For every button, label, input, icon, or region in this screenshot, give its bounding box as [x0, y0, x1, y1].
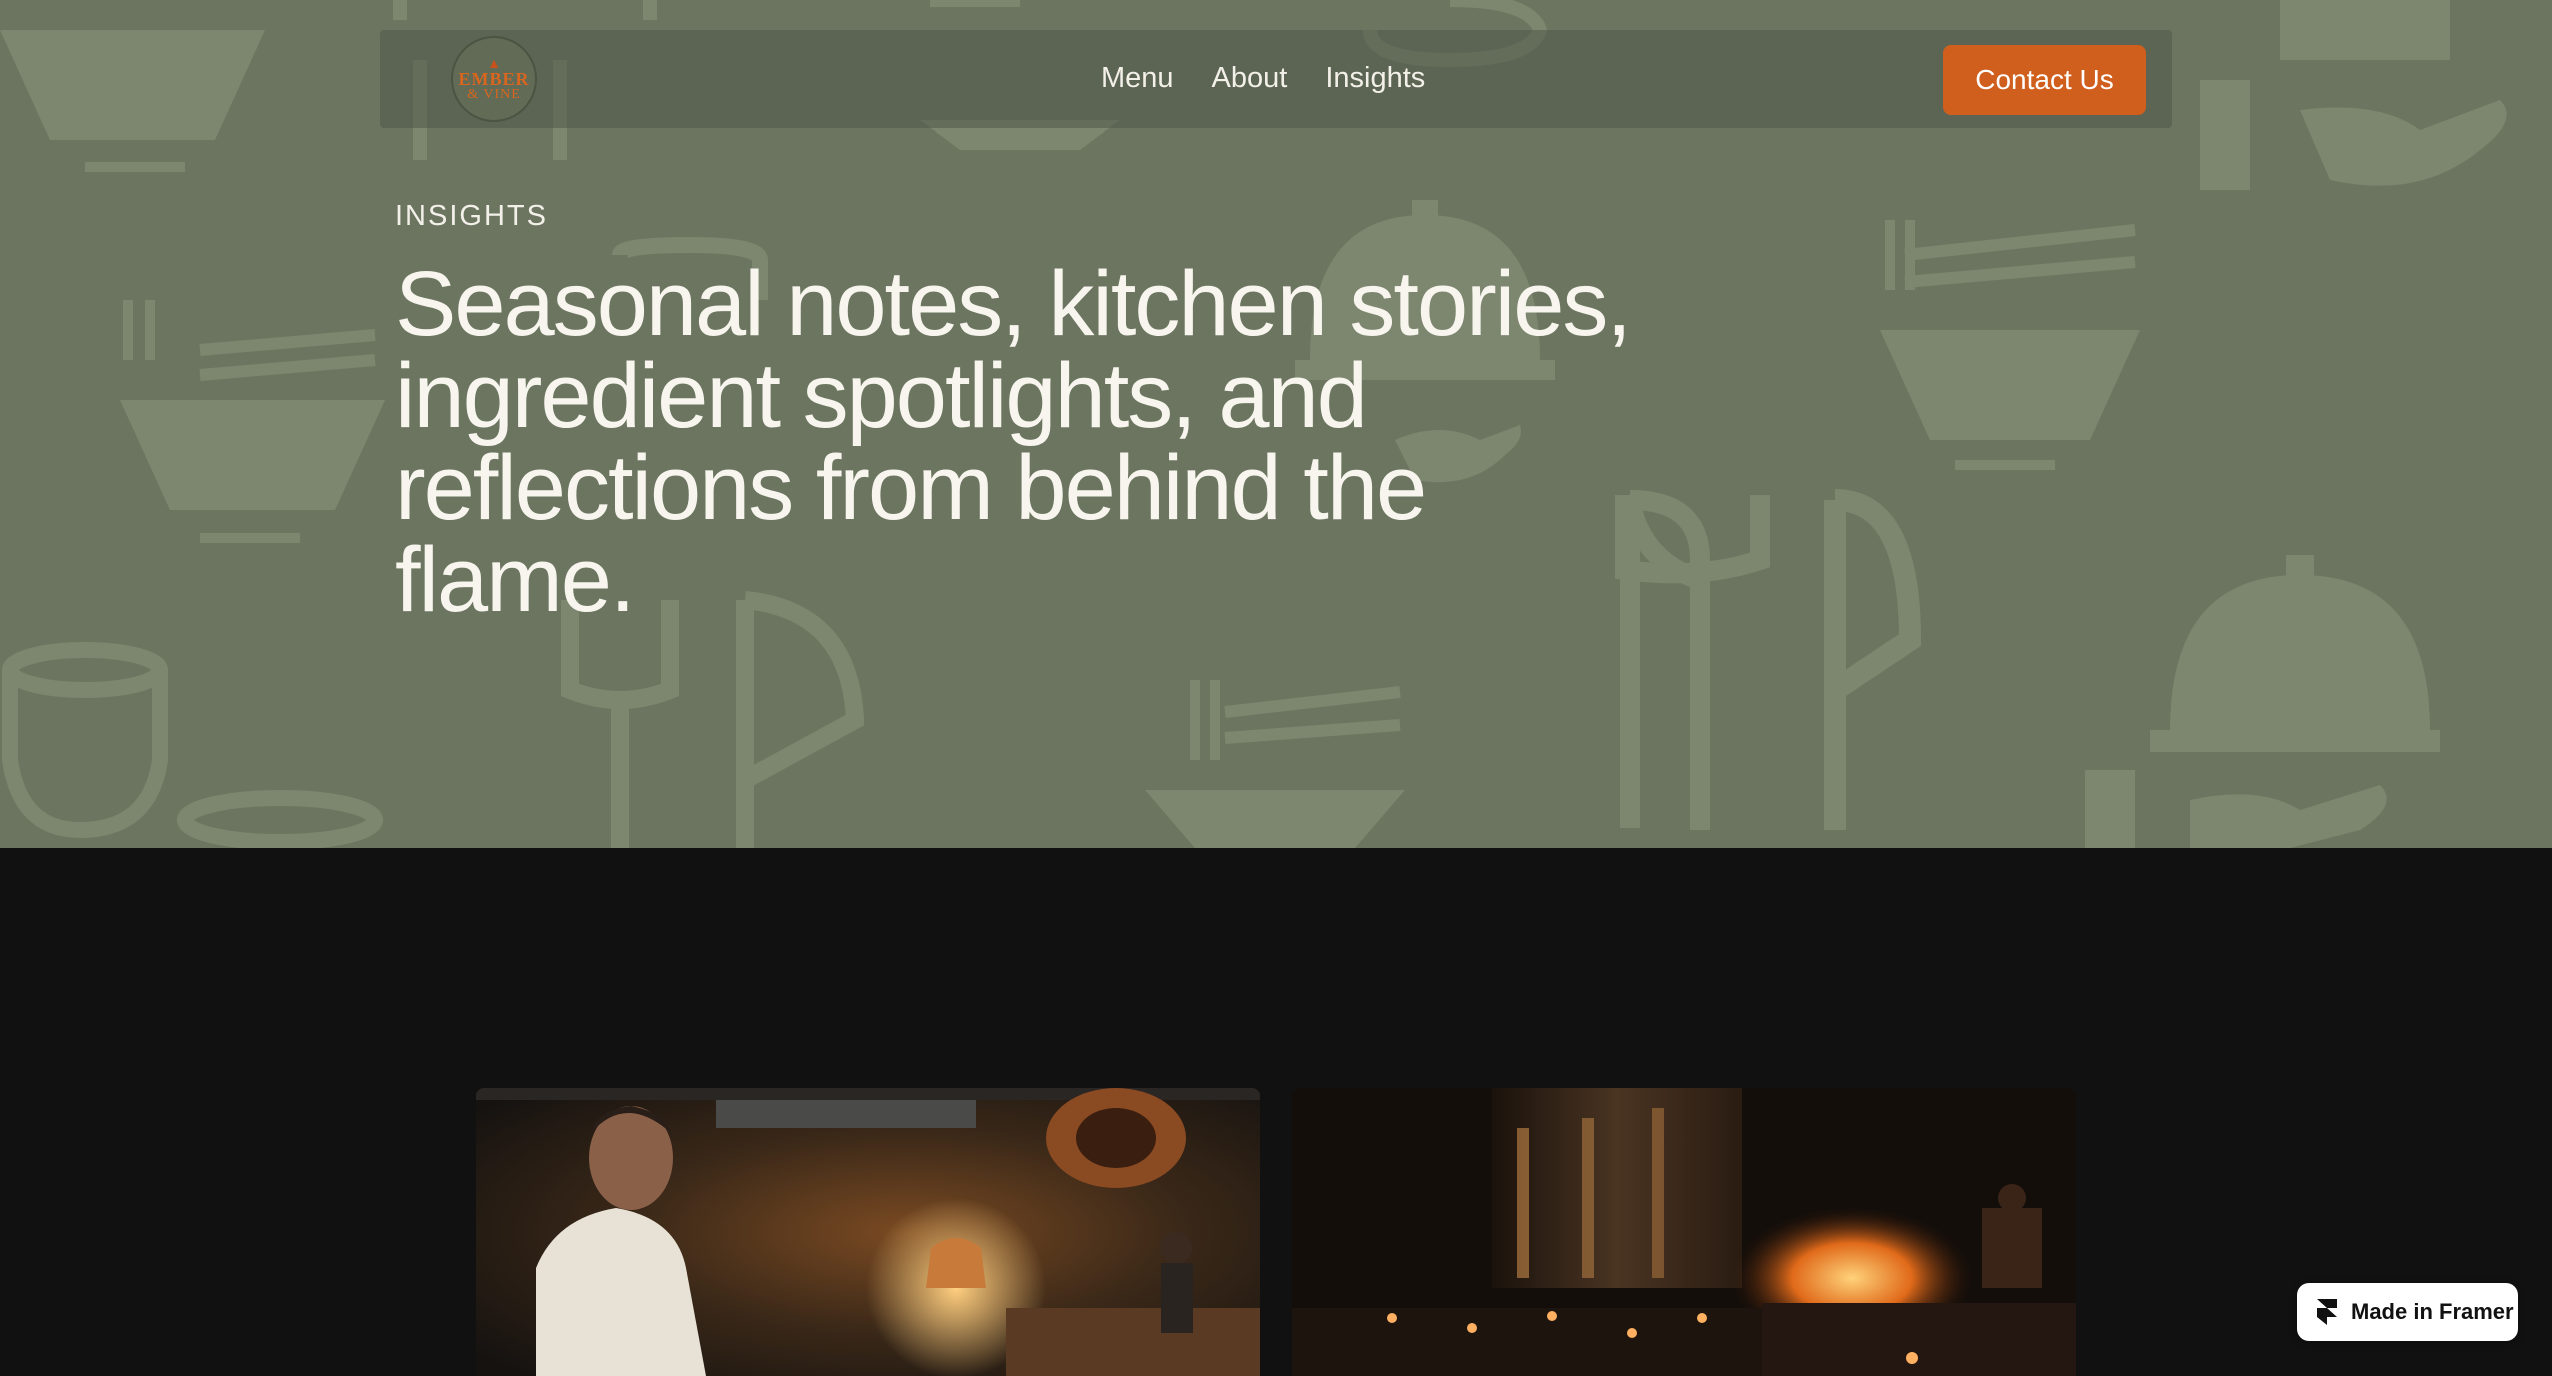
page-headline: Seasonal notes, kitchen stories, ingredi…: [395, 253, 1632, 631]
main-nav: Menu About Insights: [1101, 58, 1425, 98]
nav-link-menu[interactable]: Menu: [1101, 58, 1174, 98]
nav-link-about[interactable]: About: [1212, 58, 1288, 98]
nav-link-insights[interactable]: Insights: [1325, 58, 1425, 98]
top-navbar: ▲ EMBER & VINE Menu About Insights Conta…: [380, 30, 2172, 128]
insights-content-section: [0, 848, 2552, 1376]
logo-text-primary: EMBER: [458, 69, 530, 89]
made-in-framer-badge[interactable]: Made in Framer: [2297, 1283, 2518, 1341]
made-in-framer-label: Made in Framer: [2351, 1299, 2514, 1324]
chef-in-kitchen-image: [476, 1088, 1260, 1376]
insight-card-image[interactable]: [1292, 1088, 2076, 1376]
page-eyebrow: INSIGHTS: [395, 200, 548, 232]
framer-logo-icon: [2317, 1299, 2337, 1325]
restaurant-dining-room-image: [1292, 1088, 2076, 1376]
contact-us-button[interactable]: Contact Us: [1943, 45, 2146, 115]
hero-section: ▲ EMBER & VINE Menu About Insights Conta…: [0, 0, 2552, 848]
ember-vine-logo[interactable]: ▲ EMBER & VINE: [451, 36, 537, 122]
insight-card-image[interactable]: [476, 1088, 1260, 1376]
flame-icon: ▲: [487, 55, 501, 71]
logo-text-secondary: & VINE: [467, 87, 521, 102]
